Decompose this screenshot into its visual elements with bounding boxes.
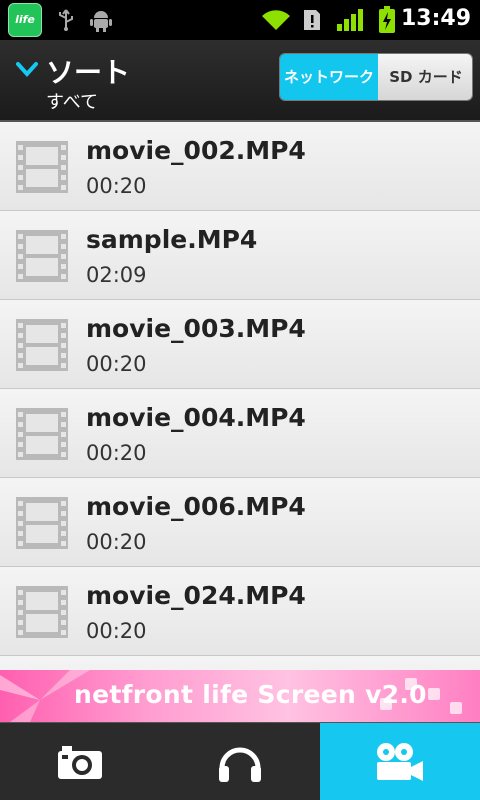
file-duration: 00:20 [86,530,147,554]
banner-text: netfront life Screen v2.0 [74,680,427,709]
film-icon [16,408,68,460]
file-duration: 00:20 [86,619,147,643]
list-item[interactable]: movie_006.MP4 00:20 [0,478,480,567]
list-item[interactable]: movie_003.MP4 00:20 [0,300,480,389]
headphones-icon [219,747,261,782]
sort-button[interactable]: ソート [46,51,130,91]
list-item-partial[interactable] [0,656,480,670]
sort-filter-label: すべて [46,92,99,113]
camera-icon [58,745,102,779]
list-item[interactable]: movie_002.MP4 00:20 [0,122,480,211]
file-name: movie_002.MP4 [86,136,306,165]
file-name: movie_003.MP4 [86,314,306,343]
list-item[interactable]: movie_024.MP4 00:20 [0,567,480,656]
status-bar: life 13:49 [0,0,480,40]
alert-icon [304,10,320,30]
film-icon [16,319,68,371]
chevron-down-icon[interactable] [16,61,38,77]
tab-music[interactable] [160,723,320,800]
status-time: 13:49 [400,6,471,31]
film-icon [16,141,68,193]
banner-square [428,688,440,700]
bottom-tab-bar [0,722,480,800]
tab-network[interactable]: ネットワーク [280,54,378,100]
banner-square [450,702,462,714]
tab-camera[interactable] [0,723,160,800]
list-item[interactable]: movie_004.MP4 00:20 [0,389,480,478]
film-icon [16,230,68,282]
tab-video[interactable] [320,723,480,800]
list-item[interactable]: sample.MP4 02:09 [0,211,480,300]
file-duration: 00:20 [86,352,147,376]
usb-icon [59,9,73,31]
file-name: sample.MP4 [86,225,258,254]
battery-charging-icon [379,6,395,33]
wifi-icon [262,10,290,30]
app-icon-label: life [15,13,35,26]
promo-banner[interactable]: netfront life Screen v2.0 [0,670,480,722]
film-icon [16,586,68,638]
file-list[interactable]: movie_002.MP4 00:20 sample.MP4 02:09 mov… [0,122,480,670]
file-duration: 00:20 [86,174,147,198]
file-name: movie_006.MP4 [86,492,306,521]
film-icon [16,497,68,549]
file-duration: 00:20 [86,441,147,465]
tab-sd-card[interactable]: SD カード [378,54,472,100]
source-toggle: ネットワーク SD カード [279,53,473,101]
android-icon [90,11,112,32]
file-duration: 02:09 [86,263,147,287]
header-bar: ソート すべて ネットワーク SD カード [0,40,480,122]
movie-camera-icon [377,742,423,781]
file-name: movie_024.MP4 [86,581,306,610]
file-name: movie_004.MP4 [86,403,306,432]
signal-icon [337,9,363,31]
netfront-life-app-icon: life [8,3,42,37]
